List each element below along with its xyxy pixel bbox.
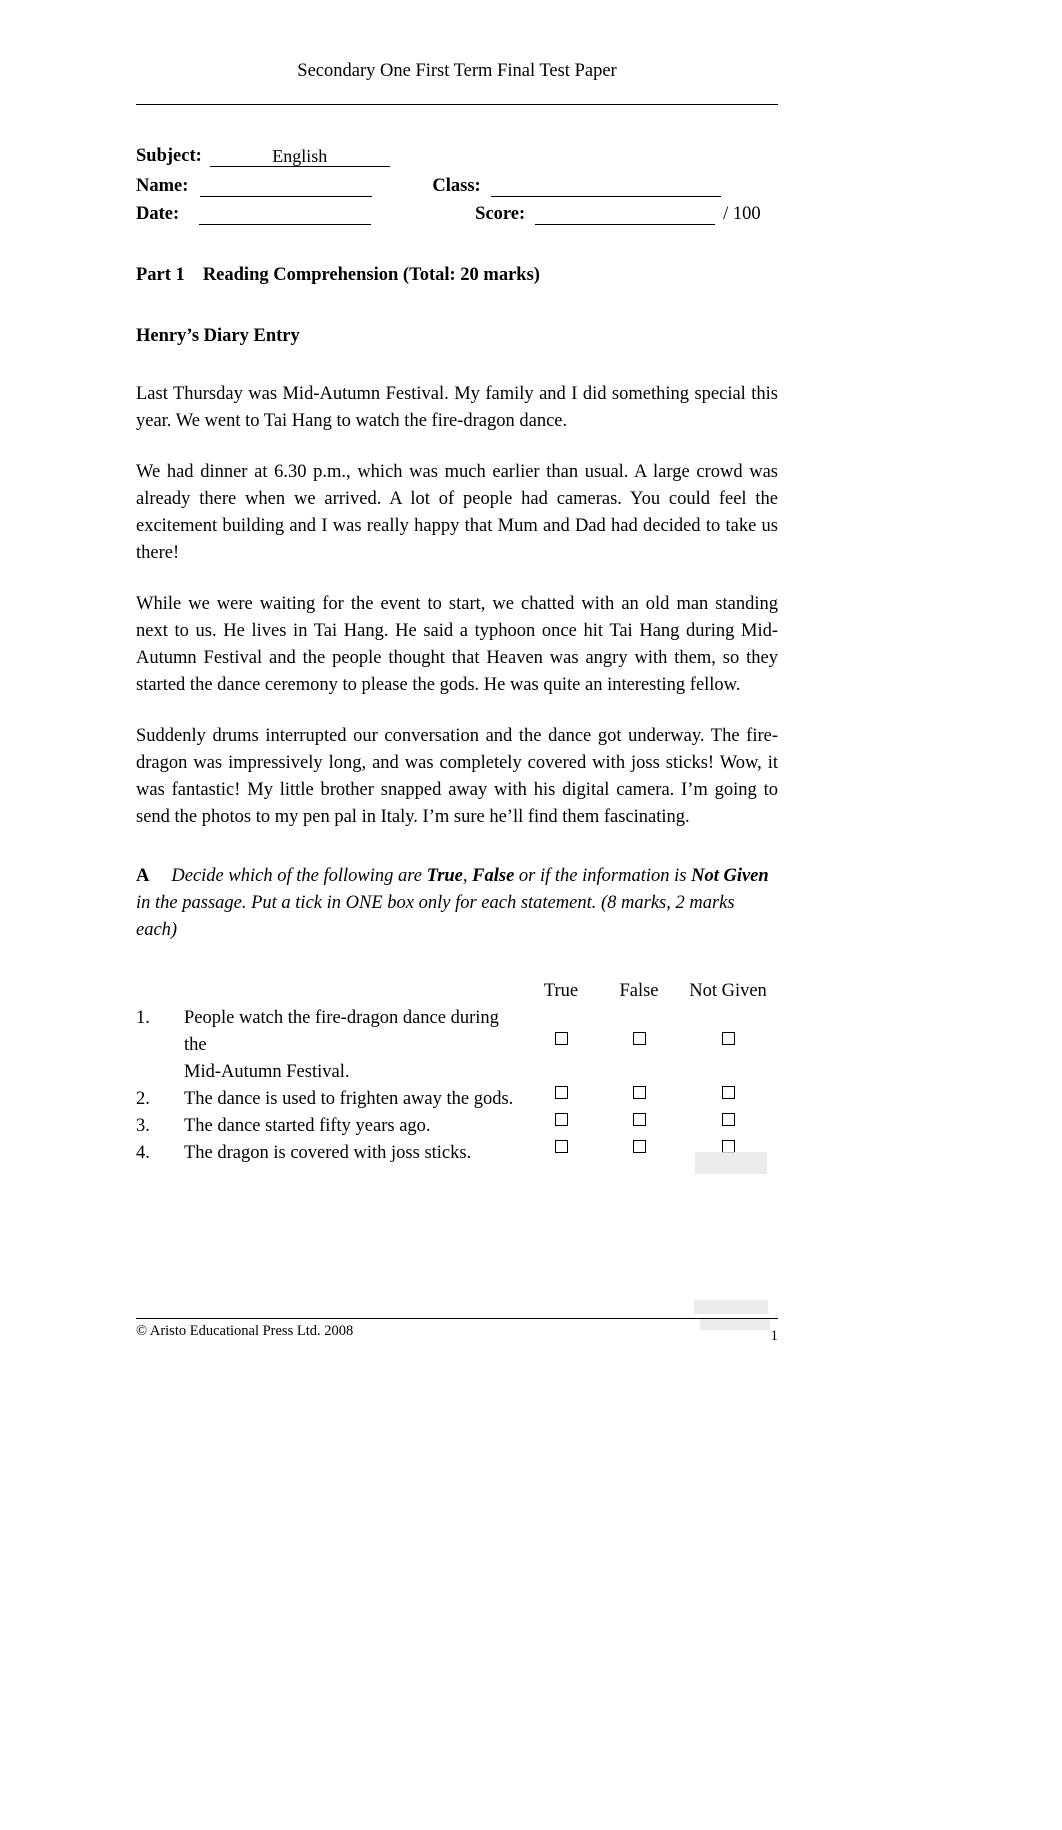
subject-row: Subject: English	[136, 139, 778, 168]
row-statement-line1: People watch the fire-dragon dance durin…	[184, 1008, 499, 1056]
column-header-false: False	[619, 981, 659, 1002]
table-row: 3. The dance started fifty years ago.	[136, 1113, 778, 1140]
checkbox-false[interactable]	[632, 1086, 646, 1100]
row-number: 3.	[136, 1116, 150, 1137]
subject-value: English	[272, 146, 328, 167]
section-a-instructions: A Decide which of the following are True,…	[136, 863, 778, 944]
checkbox-cell-false[interactable]	[600, 1005, 678, 1046]
checkbox-not-given[interactable]	[721, 1032, 735, 1046]
passage-paragraph: Suddenly drums interrupted our conversat…	[136, 726, 778, 828]
checkbox-false[interactable]	[632, 1032, 646, 1046]
row-number: 4.	[136, 1143, 150, 1164]
checkbox-cell-true[interactable]	[522, 1086, 600, 1100]
subject-label: Subject:	[136, 146, 202, 167]
checkbox-false[interactable]	[632, 1113, 646, 1127]
instruction-text-3: or if the information is	[514, 866, 692, 887]
page-content: Secondary One First Term Final Test Pape…	[136, 0, 778, 1167]
table-header-row: True False Not Given	[136, 978, 778, 1005]
checkbox-cell-true[interactable]	[522, 1005, 600, 1046]
date-input[interactable]	[199, 203, 372, 226]
checkbox-cell-false[interactable]	[600, 1086, 678, 1100]
row-number: 2.	[136, 1089, 150, 1110]
score-total: / 100	[723, 204, 761, 225]
scan-artifact	[694, 1300, 768, 1314]
row-statement: People watch the fire-dragon dance durin…	[184, 1005, 522, 1086]
passage-paragraph: While we were waiting for the event to s…	[136, 594, 778, 696]
part-number: Part 1	[136, 265, 185, 286]
checkbox-true[interactable]	[554, 1086, 568, 1100]
checkbox-cell-true[interactable]	[522, 1113, 600, 1127]
instruction-true-emphasis: True	[426, 866, 463, 887]
instruction-false-emphasis: False	[472, 866, 515, 887]
page-number: 1	[770, 1328, 779, 1344]
table-row: 1. People watch the fire-dragon dance du…	[136, 1005, 778, 1086]
score-label: Score:	[475, 204, 526, 225]
passage-title: Henry’s Diary Entry	[136, 326, 300, 347]
row-statement-line2: Mid-Autumn Festival.	[184, 1062, 350, 1083]
checkbox-cell-false[interactable]	[600, 1113, 678, 1127]
row-statement: The dance is used to frighten away the g…	[184, 1089, 514, 1110]
checkbox-true[interactable]	[554, 1140, 568, 1154]
table-row: 2. The dance is used to frighten away th…	[136, 1086, 778, 1113]
true-false-table: True False Not Given 1. People watch the…	[136, 978, 778, 1167]
instruction-notgiven-emphasis: Not Given	[691, 866, 769, 887]
checkbox-false[interactable]	[632, 1140, 646, 1154]
footer-copyright: © Aristo Educational Press Ltd. 2008	[136, 1323, 354, 1339]
name-class-row: Name: Class:	[136, 169, 778, 198]
checkbox-not-given[interactable]	[721, 1086, 735, 1100]
header-spacer	[136, 978, 522, 1005]
row-statement: The dance started fifty years ago.	[184, 1116, 431, 1137]
checkbox-cell-not-given[interactable]	[678, 1113, 778, 1127]
header-divider	[136, 104, 778, 106]
table-row: 4. The dragon is covered with joss stick…	[136, 1140, 778, 1167]
class-group: Class:	[432, 175, 721, 198]
document-header: Secondary One First Term Final Test Pape…	[136, 0, 778, 82]
part-heading: Part 1 Reading Comprehension (Total: 20 m…	[136, 265, 778, 286]
instruction-text-2: ,	[462, 866, 473, 887]
passage-paragraph: Last Thursday was Mid-Autumn Festival. M…	[136, 384, 778, 432]
checkbox-cell-false[interactable]	[600, 1140, 678, 1154]
score-input[interactable]	[535, 203, 716, 226]
checkbox-cell-not-given[interactable]	[678, 1005, 778, 1046]
date-label: Date:	[136, 204, 180, 225]
instruction-text-1: Decide which of the following are	[171, 866, 427, 887]
column-header-true: True	[543, 981, 579, 1002]
date-score-row: Date: Score: / 100	[136, 197, 778, 226]
part-title: Reading Comprehension (Total: 20 marks)	[202, 265, 540, 286]
name-label: Name:	[136, 176, 189, 197]
checkbox-cell-true[interactable]	[522, 1140, 600, 1154]
column-header-not-given: Not Given	[689, 981, 767, 1002]
checkbox-true[interactable]	[554, 1113, 568, 1127]
section-a-letter: A	[136, 866, 150, 887]
passage-body: Last Thursday was Mid-Autumn Festival. M…	[136, 381, 778, 831]
subject-input[interactable]: English	[209, 145, 390, 168]
passage-paragraph: We had dinner at 6.30 p.m., which was mu…	[136, 462, 778, 564]
footer-divider	[136, 1318, 778, 1319]
checkbox-not-given[interactable]	[721, 1113, 735, 1127]
header-title: Secondary One First Term Final Test Pape…	[297, 61, 617, 81]
checkbox-cell-not-given[interactable]	[678, 1086, 778, 1100]
class-input[interactable]	[490, 175, 721, 198]
class-label: Class:	[432, 176, 481, 197]
student-info-form: Subject: English Name: Class: Date: Scor…	[136, 139, 778, 226]
row-statement: The dragon is covered with joss sticks.	[184, 1143, 472, 1164]
name-input[interactable]	[200, 175, 373, 198]
checkbox-true[interactable]	[554, 1032, 568, 1046]
instruction-text-4: in the passage. Put a tick in ONE box on…	[136, 893, 735, 941]
test-paper-page: Secondary One First Term Final Test Pape…	[0, 0, 1062, 1830]
row-number: 1.	[136, 1008, 150, 1029]
scan-artifact	[695, 1152, 767, 1174]
score-group: Score: / 100	[475, 203, 761, 226]
